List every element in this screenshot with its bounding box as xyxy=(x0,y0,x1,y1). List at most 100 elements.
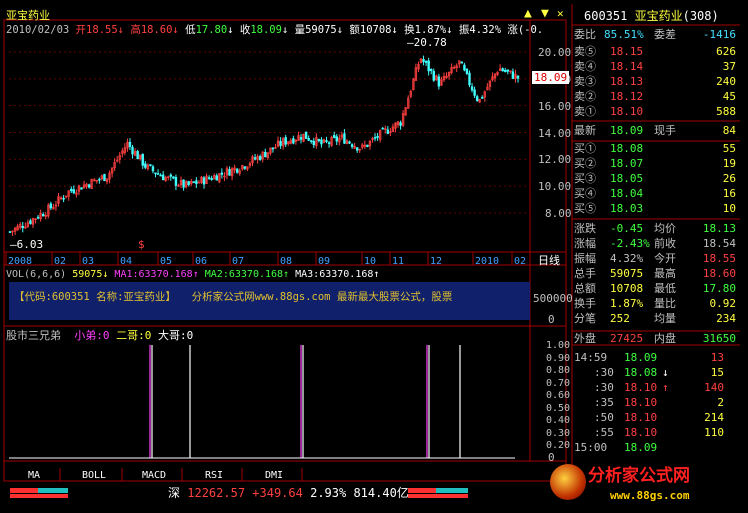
min-price-label: —6.03 xyxy=(10,238,44,251)
candle xyxy=(197,180,201,184)
candle xyxy=(108,170,111,184)
logo-icon xyxy=(550,464,586,500)
candle xyxy=(509,70,512,74)
candle xyxy=(396,120,400,128)
x-tick-label: 12 xyxy=(430,256,443,267)
candle xyxy=(440,76,443,86)
candle xyxy=(177,183,180,187)
tab-rsi[interactable]: RSI xyxy=(192,469,236,482)
candle xyxy=(190,178,193,187)
tab-dmi[interactable]: DMI xyxy=(252,469,296,482)
ask-row[interactable]: 卖② 18.12 45 xyxy=(574,89,736,104)
candle xyxy=(340,131,344,141)
candle xyxy=(26,219,30,229)
candle xyxy=(184,180,188,189)
candle xyxy=(151,164,155,174)
x-tick-label: 09 xyxy=(318,256,331,267)
ask-row[interactable]: 卖① 18.10 588 xyxy=(574,104,736,119)
candle xyxy=(93,177,96,182)
candle xyxy=(100,174,104,181)
candle xyxy=(264,148,267,158)
y-tick: 14.00 xyxy=(538,127,572,140)
candle xyxy=(430,68,433,75)
candle xyxy=(228,166,231,176)
y-tick: 8.00 xyxy=(545,207,572,220)
tab-ma[interactable]: MA xyxy=(14,469,54,482)
candle xyxy=(338,134,341,146)
tick-row: :30 18.10 ↑ 140 xyxy=(594,381,724,394)
candle xyxy=(486,83,489,91)
candle xyxy=(304,131,308,139)
candlestick-series xyxy=(8,55,520,236)
candle xyxy=(445,72,448,79)
candle xyxy=(335,134,338,146)
tab-macd[interactable]: MACD xyxy=(132,469,176,482)
bid-row[interactable]: 买⑤ 18.03 10 xyxy=(574,201,736,216)
candle xyxy=(36,214,40,220)
candle xyxy=(478,98,481,104)
candle xyxy=(475,94,479,102)
order-ratio-row: 委比 85.51% 委差 -1416 xyxy=(574,28,736,41)
prev-stock-arrow[interactable]: ▲ xyxy=(524,7,532,20)
stock-title: 600351 亚宝药业(308) xyxy=(584,9,719,23)
index-status[interactable]: 深 12262.57 +349.64 2.93% 814.40亿 xyxy=(168,487,409,500)
candle xyxy=(154,172,157,178)
candle xyxy=(292,135,295,145)
period-label[interactable]: 日线 xyxy=(538,254,560,267)
candle xyxy=(248,161,252,168)
candle xyxy=(116,155,119,163)
candle xyxy=(105,178,109,185)
x-tick-label: 02 xyxy=(514,256,527,267)
candle xyxy=(442,72,446,82)
candle xyxy=(373,133,377,142)
candle xyxy=(322,138,326,144)
candle xyxy=(223,172,226,182)
ask-row[interactable]: 卖④ 18.14 37 xyxy=(574,59,736,74)
candle xyxy=(57,193,60,207)
candle xyxy=(241,164,244,171)
next-stock-arrow[interactable]: ▼ xyxy=(541,7,549,20)
ind-y-tick: 0.50 xyxy=(546,402,571,414)
candle xyxy=(202,176,206,189)
vol-zero: 0 xyxy=(548,313,555,326)
ask-row[interactable]: 卖⑤ 18.15 626 xyxy=(574,44,736,59)
candle xyxy=(378,129,382,143)
candle xyxy=(437,73,441,90)
candle xyxy=(371,136,374,143)
candle xyxy=(493,73,497,82)
candle xyxy=(358,148,361,153)
bid-row[interactable]: 买② 18.07 19 xyxy=(574,156,736,171)
candle xyxy=(281,136,285,150)
candle xyxy=(325,136,328,144)
close-icon[interactable]: ✕ xyxy=(557,7,564,20)
candle xyxy=(174,174,178,191)
candle xyxy=(320,137,323,148)
tick-row: :35 18.10 2 xyxy=(594,396,724,409)
candle xyxy=(34,218,37,224)
bid-row[interactable]: 买① 18.08 55 xyxy=(574,141,736,156)
stat-row: 换手 1.87% 量比 0.92 xyxy=(574,297,736,310)
stat-row: 总额 10708 最低 17.80 xyxy=(574,282,736,295)
bid-row[interactable]: 买④ 18.04 16 xyxy=(574,186,736,201)
y-tick: 20.00 xyxy=(538,46,572,59)
ind-y-tick: 0.40 xyxy=(546,415,571,426)
candle xyxy=(386,126,390,135)
candle xyxy=(62,194,65,203)
x-tick-label: 05 xyxy=(160,256,173,267)
candle xyxy=(504,67,507,73)
candle xyxy=(47,203,50,219)
candle xyxy=(54,200,58,211)
candle xyxy=(210,175,213,181)
volume-header: VOL(6,6,6) 59075↓ MA1:63370.168↑ MA2:633… xyxy=(6,269,380,280)
candle xyxy=(49,201,53,211)
ask-row[interactable]: 卖③ 18.13 240 xyxy=(574,74,736,89)
candle xyxy=(172,176,175,180)
bid-row[interactable]: 买③ 18.05 26 xyxy=(574,171,736,186)
tab-boll[interactable]: BOLL xyxy=(72,469,116,482)
candle xyxy=(414,63,418,81)
candle xyxy=(284,134,287,148)
candle xyxy=(269,147,272,156)
candle xyxy=(233,164,236,174)
candle xyxy=(343,129,346,144)
candle xyxy=(376,132,379,141)
